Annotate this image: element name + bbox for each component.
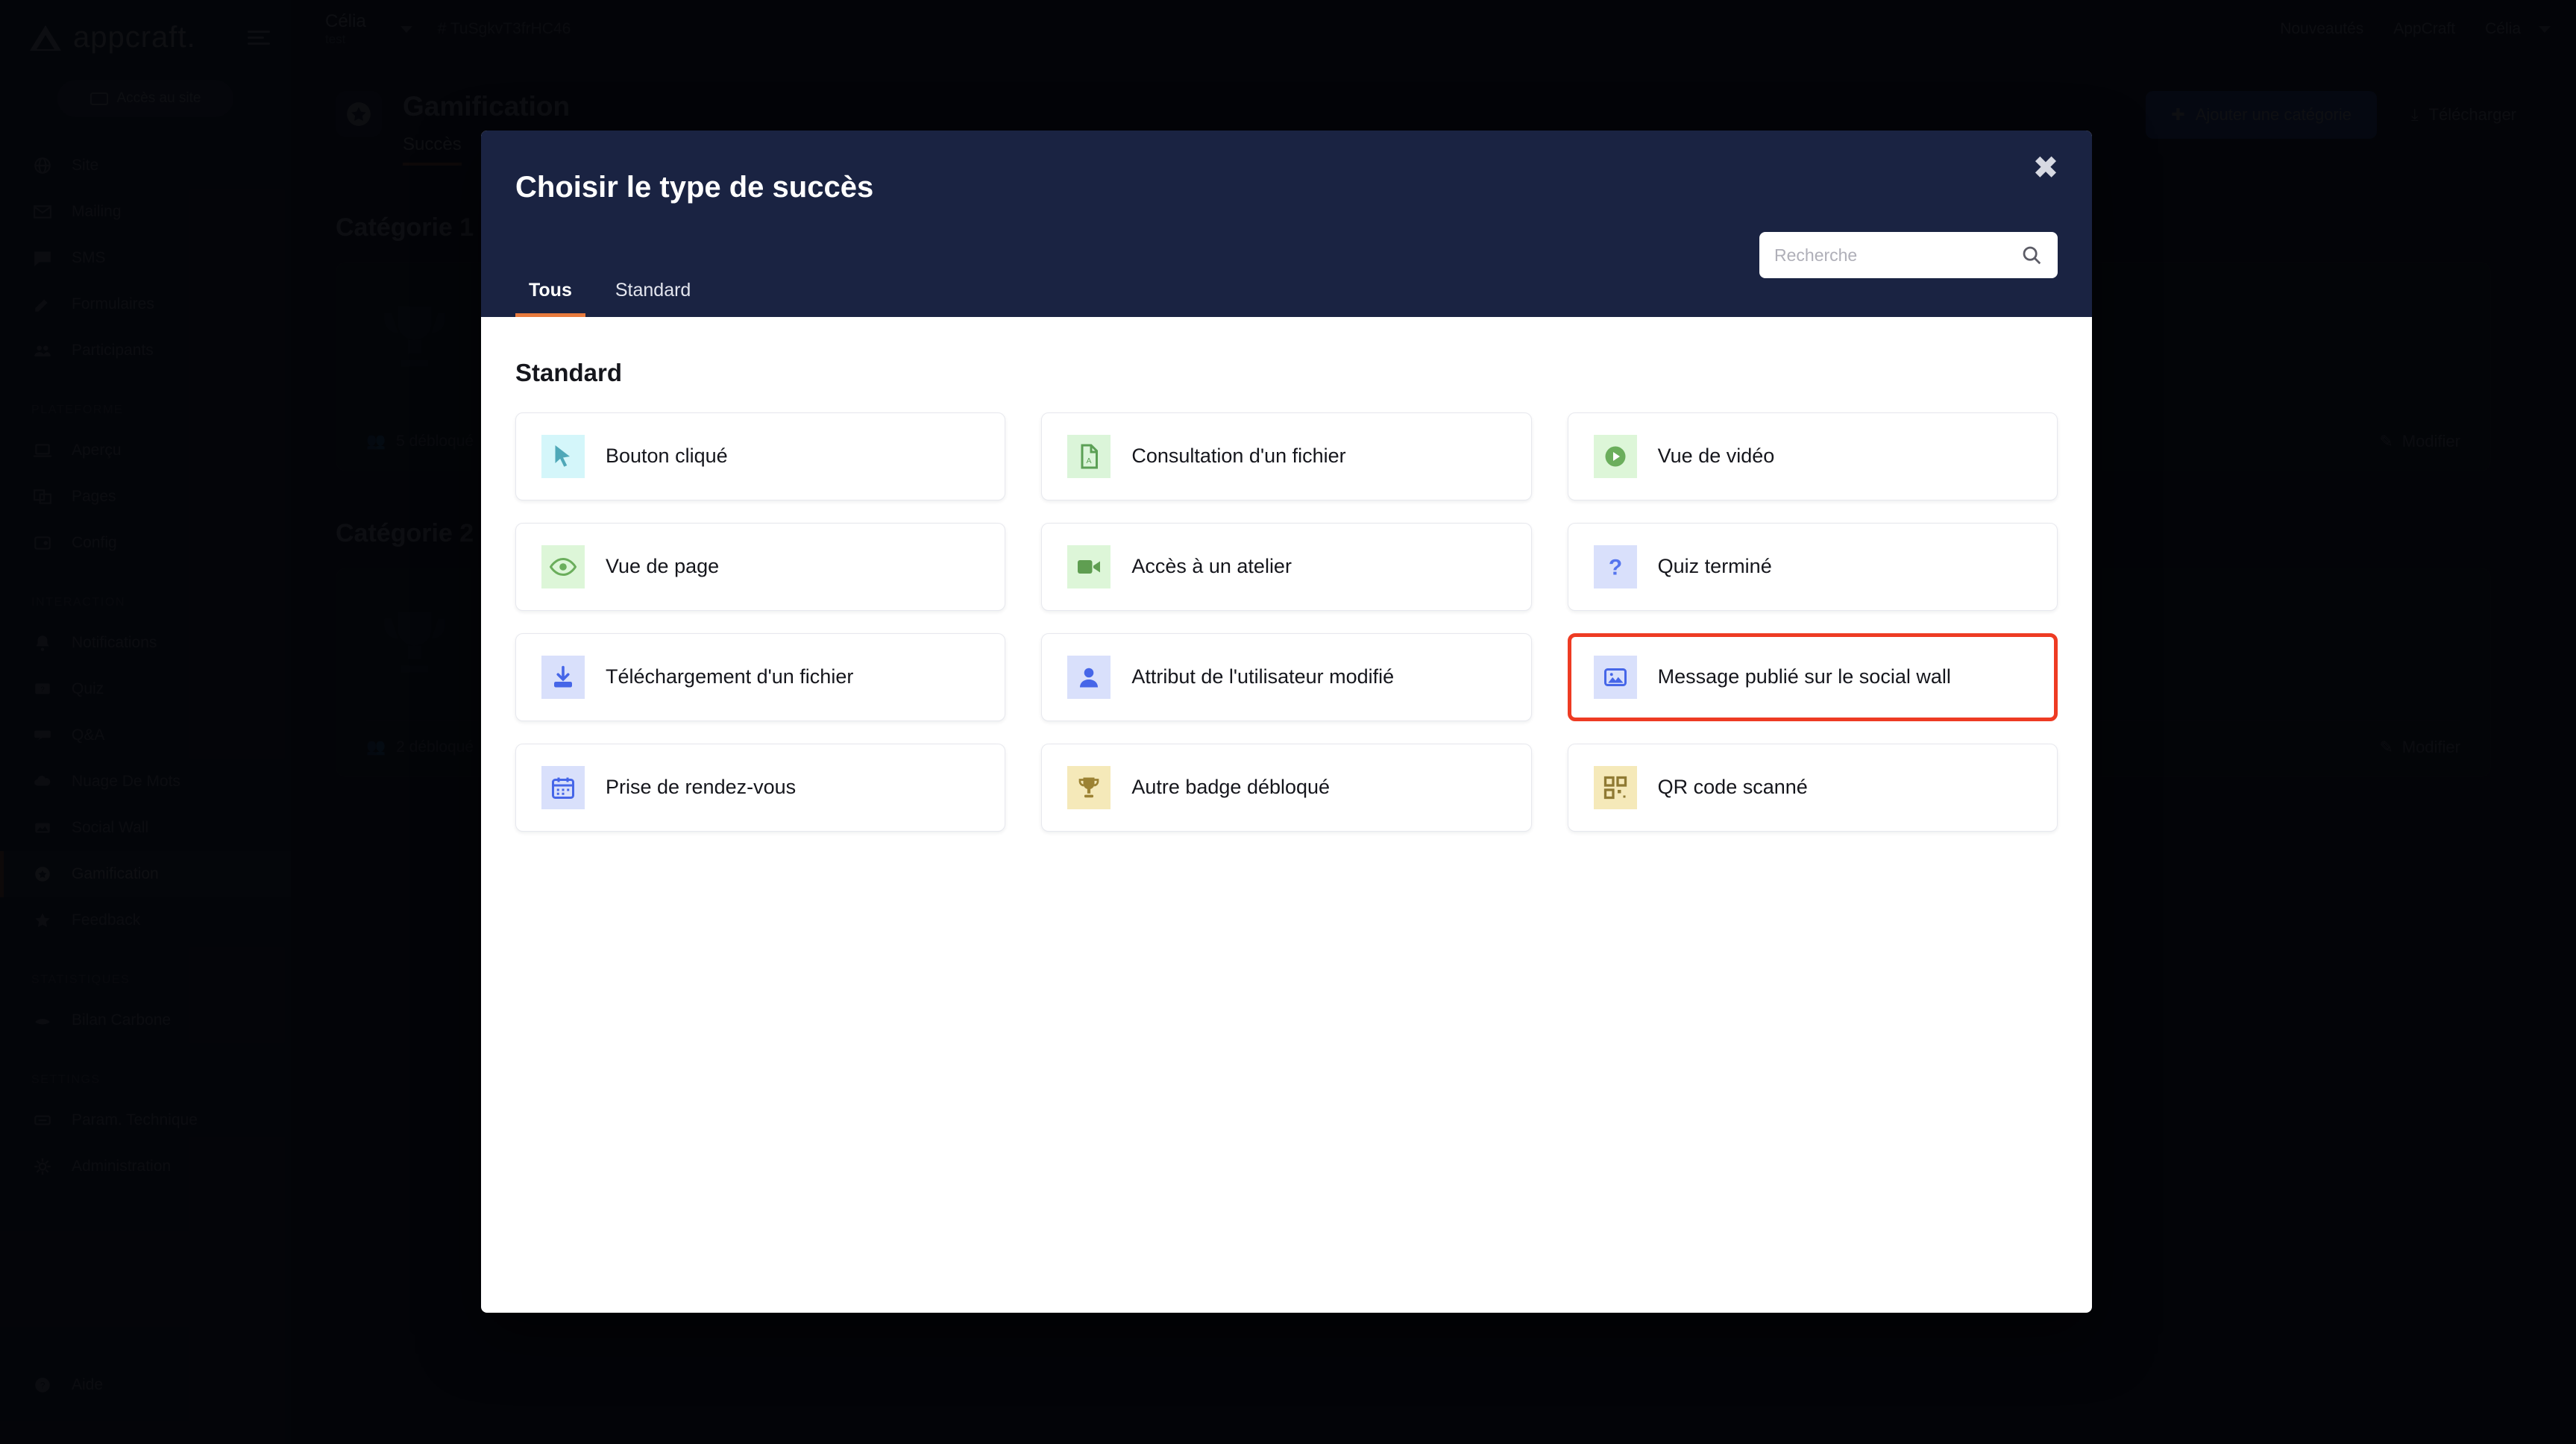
success-type-card[interactable]: Bouton cliqué xyxy=(515,412,1006,500)
user-icon xyxy=(1067,656,1111,699)
success-type-card[interactable]: A Consultation d'un fichier xyxy=(1041,412,1532,500)
success-type-label: Accès à un atelier xyxy=(1131,555,1292,578)
modal-tabs: Tous Standard xyxy=(515,271,704,317)
success-type-label: QR code scanné xyxy=(1657,776,1808,799)
tab-tous[interactable]: Tous xyxy=(515,271,585,317)
calendar-icon xyxy=(541,766,585,809)
play-circle-icon xyxy=(1593,435,1637,478)
success-type-label: Bouton cliqué xyxy=(606,445,728,468)
success-type-label: Vue de vidéo xyxy=(1657,445,1775,468)
modal-body: Standard Bouton cliqué A Consultation d'un… xyxy=(481,317,2092,832)
svg-text:A: A xyxy=(1087,456,1092,465)
close-icon[interactable]: ✖ xyxy=(2028,150,2064,186)
success-type-card[interactable]: Attribut de l'utilisateur modifié xyxy=(1041,633,1532,721)
question-mark-icon: ? xyxy=(1593,545,1637,588)
app-root: appcraft. Accès au site Site Mailing xyxy=(0,0,2576,1444)
success-type-card[interactable]: QR code scanné xyxy=(1567,744,2058,832)
success-type-label: Prise de rendez-vous xyxy=(606,776,797,799)
tab-standard[interactable]: Standard xyxy=(602,271,704,317)
video-camera-icon xyxy=(1067,545,1111,588)
success-type-label: Vue de page xyxy=(606,555,720,578)
pdf-file-icon: A xyxy=(1067,435,1111,478)
svg-text:?: ? xyxy=(1608,556,1621,580)
trophy-icon xyxy=(1067,766,1111,809)
success-type-card[interactable]: Accès à un atelier xyxy=(1041,523,1532,611)
success-type-label: Autre badge débloqué xyxy=(1131,776,1331,799)
success-type-card[interactable]: Téléchargement d'un fichier xyxy=(515,633,1006,721)
search-input[interactable] xyxy=(1774,245,2020,266)
qr-code-icon xyxy=(1593,766,1637,809)
modal-header: Choisir le type de succès ✖ Tous Standar… xyxy=(481,131,2092,317)
cursor-icon xyxy=(541,435,585,478)
success-type-card[interactable]: Vue de page xyxy=(515,523,1006,611)
success-type-card[interactable]: Message publié sur le social wall xyxy=(1567,633,2058,721)
success-type-card[interactable]: Vue de vidéo xyxy=(1567,412,2058,500)
success-type-label: Quiz terminé xyxy=(1657,555,1772,578)
success-type-label: Message publié sur le social wall xyxy=(1657,665,1951,688)
image-icon xyxy=(1593,656,1637,699)
modal-title: Choisir le type de succès xyxy=(515,171,874,204)
success-type-label: Consultation d'un fichier xyxy=(1131,445,1346,468)
search-box[interactable] xyxy=(1759,232,2058,278)
success-type-grid: Bouton cliqué A Consultation d'un fichier V… xyxy=(515,412,2058,832)
success-type-card[interactable]: ? Quiz terminé xyxy=(1567,523,2058,611)
eye-icon xyxy=(541,545,585,588)
search-icon[interactable] xyxy=(2020,244,2043,266)
success-type-label: Attribut de l'utilisateur modifié xyxy=(1131,665,1395,688)
download-icon xyxy=(541,656,585,699)
success-type-card[interactable]: Prise de rendez-vous xyxy=(515,744,1006,832)
success-type-label: Téléchargement d'un fichier xyxy=(606,665,854,688)
choose-success-type-modal: Choisir le type de succès ✖ Tous Standar… xyxy=(481,131,2092,1313)
section-title-standard: Standard xyxy=(515,359,623,386)
success-type-card[interactable]: Autre badge débloqué xyxy=(1041,744,1532,832)
